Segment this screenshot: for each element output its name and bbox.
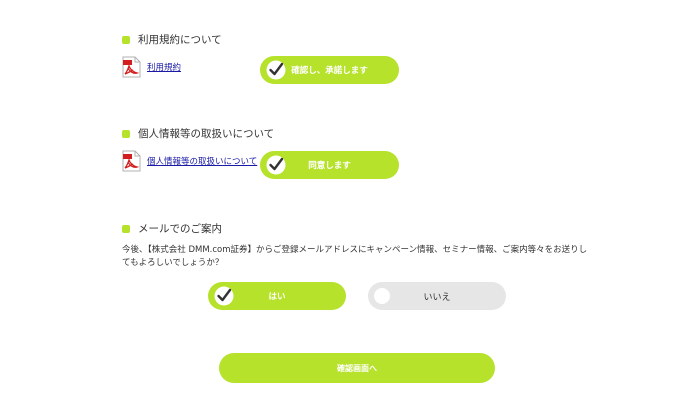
section-bullet-icon [122, 224, 130, 233]
terms-confirm-label: 確認し、承諾します [291, 66, 368, 76]
terms-confirm-button[interactable]: 確認し、承諾します [260, 56, 399, 84]
terms-doc-row: 利用規約 [122, 56, 181, 78]
terms-doc-link[interactable]: 利用規約 [147, 61, 181, 73]
submit-button[interactable]: 確認画面へ [219, 353, 495, 383]
privacy-doc-row: 個人情報等の取扱いについて [122, 150, 257, 172]
section-bullet-icon [122, 35, 130, 44]
check-icon [266, 60, 286, 80]
mail-yes-option[interactable]: はい [208, 282, 346, 310]
check-icon [214, 286, 234, 306]
submit-label: 確認画面へ [337, 363, 377, 373]
section-bullet-icon [122, 129, 130, 138]
pdf-icon [122, 56, 141, 78]
privacy-section-label: 個人情報等の取扱いについて [138, 128, 275, 140]
privacy-section-title: 個人情報等の取扱いについて [122, 126, 274, 141]
consent-page: 利用規約について 利用規約 確認し、承諾します 個人情報等の取扱いについて 個人… [0, 0, 700, 400]
mail-no-label: いいえ [423, 292, 451, 303]
privacy-doc-link[interactable]: 個人情報等の取扱いについて [147, 155, 257, 167]
mail-description: 今後、【株式会社 DMM.com証券】からご登録メールアドレスにキャンペーン情報… [122, 245, 588, 268]
mail-no-option[interactable]: いいえ [368, 282, 506, 310]
terms-section-title: 利用規約について [122, 32, 222, 47]
mail-section-label: メールでのご案内 [138, 223, 222, 235]
privacy-agree-button[interactable]: 同意します [260, 151, 399, 179]
pdf-icon [122, 150, 141, 172]
privacy-agree-label: 同意します [308, 161, 351, 171]
mail-yes-label: はい [268, 292, 286, 302]
terms-section-label: 利用規約について [138, 34, 222, 46]
check-icon [266, 155, 286, 175]
radio-off-icon [374, 288, 390, 304]
mail-section-title: メールでのご案内 [122, 221, 222, 236]
